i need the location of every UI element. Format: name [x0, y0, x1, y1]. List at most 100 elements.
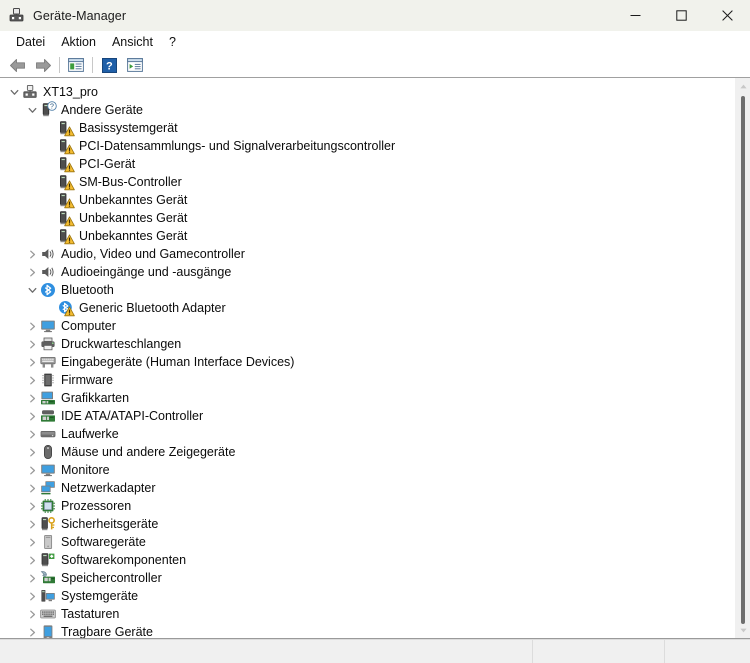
chevron-right-icon[interactable]	[24, 551, 40, 569]
scroll-down-arrow[interactable]	[735, 622, 750, 638]
tree-item[interactable]: Bluetooth	[0, 281, 734, 299]
tree-item[interactable]: Audioeingänge und -ausgänge	[0, 263, 734, 281]
tree-item[interactable]: Druckwarteschlangen	[0, 335, 734, 353]
tree-item[interactable]: Audio, Video und Gamecontroller	[0, 245, 734, 263]
chevron-right-icon[interactable]	[24, 263, 40, 281]
tree-item[interactable]: Unbekanntes Gerät	[0, 227, 734, 245]
chevron-right-icon[interactable]	[24, 461, 40, 479]
system-device-icon	[40, 588, 56, 604]
menu-hilfe[interactable]: ?	[161, 32, 184, 52]
chevron-right-icon[interactable]	[24, 515, 40, 533]
window-title: Geräte-Manager	[33, 8, 127, 23]
menu-aktion[interactable]: Aktion	[53, 32, 104, 52]
tree-item-label: Bluetooth	[61, 283, 114, 297]
tree-item-label: Unbekanntes Gerät	[79, 193, 188, 207]
tree-item[interactable]: Generic Bluetooth Adapter	[0, 299, 734, 317]
close-button[interactable]	[704, 0, 750, 31]
tree-item[interactable]: IDE ATA/ATAPI-Controller	[0, 407, 734, 425]
chevron-right-icon[interactable]	[24, 605, 40, 623]
chevron-right-icon[interactable]	[24, 389, 40, 407]
menu-ansicht[interactable]: Ansicht	[104, 32, 161, 52]
tree-item[interactable]: Tragbare Geräte	[0, 623, 734, 638]
chevron-right-icon[interactable]	[24, 497, 40, 515]
scan-hardware-icon[interactable]	[122, 54, 148, 76]
device-tree[interactable]: XT13_pro? Andere Geräte Basissystemgerät PC…	[0, 78, 734, 638]
chevron-down-icon[interactable]	[6, 83, 22, 101]
tree-item-label: Softwaregeräte	[61, 535, 146, 549]
unknown-device-warning-icon	[58, 228, 75, 245]
chevron-right-icon[interactable]	[24, 407, 40, 425]
chevron-down-icon[interactable]	[24, 281, 40, 299]
scrollbar-thumb[interactable]	[741, 96, 745, 624]
unknown-device-warning-icon	[58, 210, 75, 227]
tree-item-label: Netzwerkadapter	[61, 481, 156, 495]
tree-item[interactable]: Basissystemgerät	[0, 119, 734, 137]
chevron-right-icon[interactable]	[24, 623, 40, 638]
tree-item[interactable]: Unbekanntes Gerät	[0, 191, 734, 209]
menu-datei[interactable]: Datei	[8, 32, 53, 52]
tree-item-label: Systemgeräte	[61, 589, 139, 603]
tree-item-label: Unbekanntes Gerät	[79, 229, 188, 243]
back-arrow-icon[interactable]	[4, 54, 30, 76]
chevron-none	[42, 119, 58, 137]
properties-icon[interactable]	[63, 54, 89, 76]
chevron-right-icon[interactable]	[24, 245, 40, 263]
chevron-none	[42, 227, 58, 245]
tree-item-label: Audio, Video und Gamecontroller	[61, 247, 245, 261]
forward-arrow-icon[interactable]	[30, 54, 56, 76]
chevron-right-icon[interactable]	[24, 587, 40, 605]
chevron-right-icon[interactable]	[24, 335, 40, 353]
chevron-down-icon[interactable]	[24, 101, 40, 119]
tree-item[interactable]: Eingabegeräte (Human Interface Devices)	[0, 353, 734, 371]
monitor-icon	[40, 462, 56, 478]
tree-item[interactable]: Speichercontroller	[0, 569, 734, 587]
chevron-right-icon[interactable]	[24, 371, 40, 389]
chevron-right-icon[interactable]	[24, 569, 40, 587]
tree-item-label: Tragbare Geräte	[61, 625, 153, 638]
help-icon[interactable]: ?	[96, 54, 122, 76]
chevron-right-icon[interactable]	[24, 533, 40, 551]
tree-item[interactable]: PCI-Datensammlungs- und Signalverarbeitu…	[0, 137, 734, 155]
tree-item[interactable]: Softwaregeräte	[0, 533, 734, 551]
vertical-scrollbar[interactable]	[734, 78, 750, 638]
tree-item[interactable]: Laufwerke	[0, 425, 734, 443]
tree-item-label: Unbekanntes Gerät	[79, 211, 188, 225]
tree-item[interactable]: SM-Bus-Controller	[0, 173, 734, 191]
ide-controller-icon	[40, 408, 56, 424]
tree-item-label: PCI-Gerät	[79, 157, 136, 171]
bluetooth-warning-icon	[58, 300, 75, 317]
tree-item[interactable]: Computer	[0, 317, 734, 335]
tree-item[interactable]: Tastaturen	[0, 605, 734, 623]
tree-item[interactable]: Mäuse und andere Zeigegeräte	[0, 443, 734, 461]
tree-item[interactable]: Netzwerkadapter	[0, 479, 734, 497]
tree-item[interactable]: Unbekanntes Gerät	[0, 209, 734, 227]
svg-text:?: ?	[50, 104, 54, 111]
tree-item[interactable]: Prozessoren	[0, 497, 734, 515]
chevron-none	[42, 209, 58, 227]
monitor-icon	[40, 318, 56, 334]
keyboard-icon	[40, 606, 56, 622]
tree-item[interactable]: Softwarekomponenten	[0, 551, 734, 569]
tree-item[interactable]: Sicherheitsgeräte	[0, 515, 734, 533]
device-manager-window: Geräte-Manager Datei Aktion Ansicht ? ? …	[0, 0, 750, 663]
minimize-button[interactable]	[612, 0, 658, 31]
chevron-right-icon[interactable]	[24, 479, 40, 497]
tree-item[interactable]: XT13_pro	[0, 83, 734, 101]
chevron-right-icon[interactable]	[24, 317, 40, 335]
chevron-right-icon[interactable]	[24, 443, 40, 461]
mouse-icon	[40, 444, 56, 460]
maximize-button[interactable]	[658, 0, 704, 31]
tree-item[interactable]: Systemgeräte	[0, 587, 734, 605]
scroll-up-arrow[interactable]	[735, 78, 750, 94]
device-manager-icon	[7, 7, 25, 25]
tree-item[interactable]: ? Andere Geräte	[0, 101, 734, 119]
chevron-right-icon[interactable]	[24, 425, 40, 443]
chevron-none	[42, 191, 58, 209]
tree-item[interactable]: Firmware	[0, 371, 734, 389]
tree-item-label: Audioeingänge und -ausgänge	[61, 265, 232, 279]
printer-icon	[40, 336, 56, 352]
tree-item[interactable]: Grafikkarten	[0, 389, 734, 407]
chevron-right-icon[interactable]	[24, 353, 40, 371]
tree-item[interactable]: Monitore	[0, 461, 734, 479]
tree-item[interactable]: PCI-Gerät	[0, 155, 734, 173]
